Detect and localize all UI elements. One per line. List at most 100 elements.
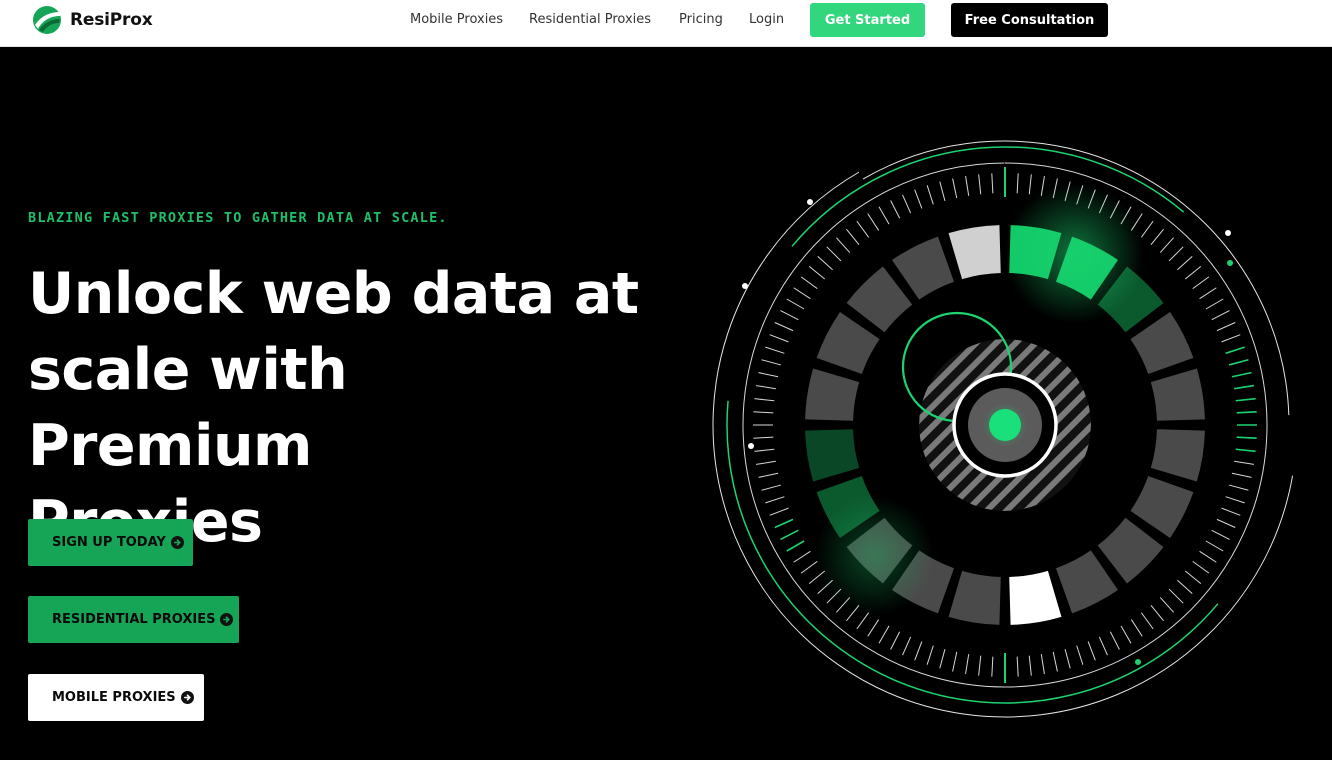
radar-tick <box>1098 636 1108 656</box>
brand-name: ResiProx <box>70 10 153 30</box>
radar-tick <box>1177 579 1193 594</box>
radar-tick <box>878 625 890 644</box>
radar-tick <box>1228 359 1249 366</box>
radar-tick <box>1192 276 1210 290</box>
nav-link-residential-proxies[interactable]: Residential Proxies <box>529 12 651 27</box>
radar-segment <box>805 368 860 421</box>
brand-logo[interactable]: ResiProx <box>32 5 153 35</box>
radar-segment <box>1130 475 1194 538</box>
radar-segment <box>1130 312 1194 375</box>
radar-tick <box>1168 588 1184 604</box>
radar-tick <box>1130 619 1143 637</box>
radar-tick <box>1236 411 1257 414</box>
radar-tick <box>754 398 775 402</box>
radar-tick <box>1120 625 1132 644</box>
radar-tick <box>1052 651 1058 672</box>
radar-segment <box>816 312 880 375</box>
radar-tick <box>1150 228 1164 246</box>
radar-tick <box>754 448 775 452</box>
radar-tick <box>793 550 811 563</box>
radar-tick <box>758 472 779 478</box>
radar-segment <box>1055 550 1118 614</box>
radar-tick <box>1211 310 1230 321</box>
radar-segment <box>1009 570 1062 625</box>
nav-link-pricing[interactable]: Pricing <box>679 12 723 27</box>
radar-tick <box>1225 346 1245 355</box>
radar-dot <box>807 199 813 205</box>
radar-segment <box>805 429 860 482</box>
radar-tick <box>902 636 912 656</box>
radar-tick <box>926 645 934 665</box>
radar-tick <box>1184 266 1202 280</box>
radar-tick <box>1205 540 1224 552</box>
radar-tick <box>1216 322 1236 332</box>
radar-glow <box>1004 183 1145 324</box>
arrow-circle-right-icon <box>180 691 194 704</box>
radar-tick <box>753 436 774 439</box>
radar-tick <box>965 176 970 196</box>
radar-tick <box>1109 631 1120 650</box>
radar-segment <box>1150 368 1205 421</box>
radar-tick <box>939 648 946 669</box>
radar-tick <box>846 228 860 246</box>
sign-up-today-label: SIGN UP TODAY <box>52 535 166 550</box>
radar-tick <box>867 213 880 231</box>
radar-tick <box>1159 237 1174 253</box>
residential-proxies-button[interactable]: RESIDENTIAL PROXIES <box>28 596 239 643</box>
sign-up-today-button[interactable]: SIGN UP TODAY <box>28 519 193 566</box>
radar-tick <box>769 507 789 516</box>
radar-tick <box>765 496 785 504</box>
radar-tick <box>1140 220 1154 238</box>
radar-tick <box>952 651 958 672</box>
radar-tick <box>1221 334 1241 343</box>
radar-tick <box>1150 604 1164 622</box>
radar-tick <box>1235 397 1256 402</box>
radar-tick <box>1235 448 1256 453</box>
radar-tick <box>808 266 826 280</box>
radar-tick <box>1216 518 1236 528</box>
radar-tick <box>1028 655 1032 676</box>
mobile-proxies-button[interactable]: MOBILE PROXIES <box>28 674 204 721</box>
radar-tick <box>965 654 970 674</box>
free-consultation-button[interactable]: Free Consultation <box>951 3 1108 37</box>
radar-glow <box>814 495 935 616</box>
hero-headline: Unlock web data at scale with Premium Pr… <box>28 256 648 560</box>
radar-tick <box>1087 641 1096 661</box>
arrow-circle-right-icon <box>170 536 184 549</box>
radar-tick <box>786 298 805 310</box>
radar-tick <box>978 174 982 195</box>
radar-tick <box>1168 246 1184 262</box>
radar-tick <box>774 322 794 332</box>
radar-tick <box>1199 550 1217 563</box>
nav-link-mobile-proxies[interactable]: Mobile Proxies <box>410 12 503 27</box>
radar-tick <box>1064 648 1071 669</box>
radar-tick <box>817 256 833 271</box>
radar-tick <box>890 631 901 650</box>
radar-tick <box>1234 460 1254 465</box>
nav-link-login[interactable]: Login <box>749 12 784 27</box>
radar-tick <box>856 220 870 238</box>
radar-dot <box>1135 659 1141 665</box>
radar-tick <box>1211 529 1230 540</box>
radar-tick <box>1221 507 1241 516</box>
radar-segment <box>1097 517 1164 584</box>
radar-tick <box>758 372 779 378</box>
radar-tick <box>793 287 811 300</box>
radar-tick <box>1028 174 1032 195</box>
radar-tick <box>761 484 782 491</box>
headline-line: Unlock web data at <box>28 261 639 327</box>
radar-tick <box>1231 472 1252 478</box>
get-started-button[interactable]: Get Started <box>810 3 925 37</box>
radar-tick <box>952 178 958 199</box>
radar-tick <box>826 246 842 262</box>
radar-dot <box>742 283 748 289</box>
radar-core-dot <box>989 409 1021 441</box>
radar-tick <box>1228 484 1249 491</box>
radar-tick <box>914 641 923 661</box>
radar-tick <box>991 173 994 194</box>
site-header: ResiProx Mobile Proxies Residential Prox… <box>0 0 1332 47</box>
radar-segment <box>948 570 1001 625</box>
radar-tick <box>926 185 934 205</box>
radar-tick <box>902 194 912 214</box>
radar-dot <box>748 443 754 449</box>
